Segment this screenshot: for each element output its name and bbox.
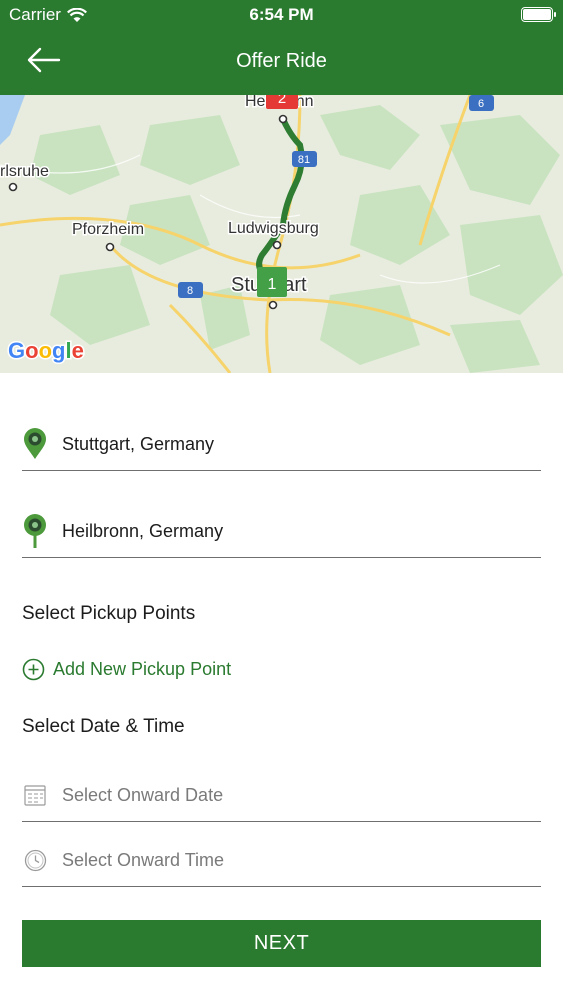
to-location-field[interactable]: Heilbronn, Germany [22, 505, 541, 558]
destination-pin-icon [22, 513, 48, 549]
map-label-karlsruhe: rlsruhe [0, 163, 49, 180]
road-badge-8: 8 [187, 285, 193, 297]
page-title: Offer Ride [236, 50, 327, 72]
origin-marker[interactable]: 1 [257, 267, 287, 297]
battery-icon [521, 7, 556, 22]
status-time: 6:54 PM [249, 5, 314, 24]
map-canvas: Heilbronn rlsruhe Pforzheim Ludwigsburg … [0, 95, 563, 373]
road-badge-81: 81 [298, 154, 310, 166]
add-pickup-point-button[interactable]: Add New Pickup Point [22, 658, 231, 681]
map-label-ludwigsburg: Ludwigsburg [228, 220, 319, 237]
destination-marker[interactable]: 2 [266, 95, 298, 109]
map-label-pforzheim: Pforzheim [72, 221, 144, 238]
onward-time-field[interactable]: Select Onward Time [22, 834, 541, 887]
from-location-field[interactable]: Stuttgart, Germany [22, 418, 541, 471]
google-logo: Google [7, 337, 86, 365]
from-location-value: Stuttgart, Germany [62, 433, 215, 454]
road-badge-6: 6 [478, 98, 484, 110]
onward-time-placeholder: Select Onward Time [62, 849, 225, 870]
to-location-value: Heilbronn, Germany [62, 520, 224, 541]
next-button[interactable]: NEXT [22, 920, 541, 967]
add-pickup-point-label: Add New Pickup Point [53, 659, 232, 679]
header-bar: Carrier 6:54 PM Offer Ride [0, 0, 563, 95]
route-map[interactable]: Heilbronn rlsruhe Pforzheim Ludwigsburg … [0, 95, 563, 373]
datetime-section-title: Select Date & Time [22, 716, 185, 737]
clock-icon [22, 849, 48, 872]
pickup-section-title: Select Pickup Points [22, 603, 196, 624]
marker-1-label: 1 [268, 276, 277, 293]
marker-2-label: 2 [278, 95, 286, 107]
onward-date-placeholder: Select Onward Date [62, 784, 224, 805]
onward-date-field[interactable]: Select Onward Date [22, 769, 541, 822]
svg-text:Google: Google [8, 338, 84, 363]
location-pin-icon [22, 428, 48, 460]
plus-circle-icon [22, 658, 45, 681]
calendar-icon [22, 784, 48, 806]
